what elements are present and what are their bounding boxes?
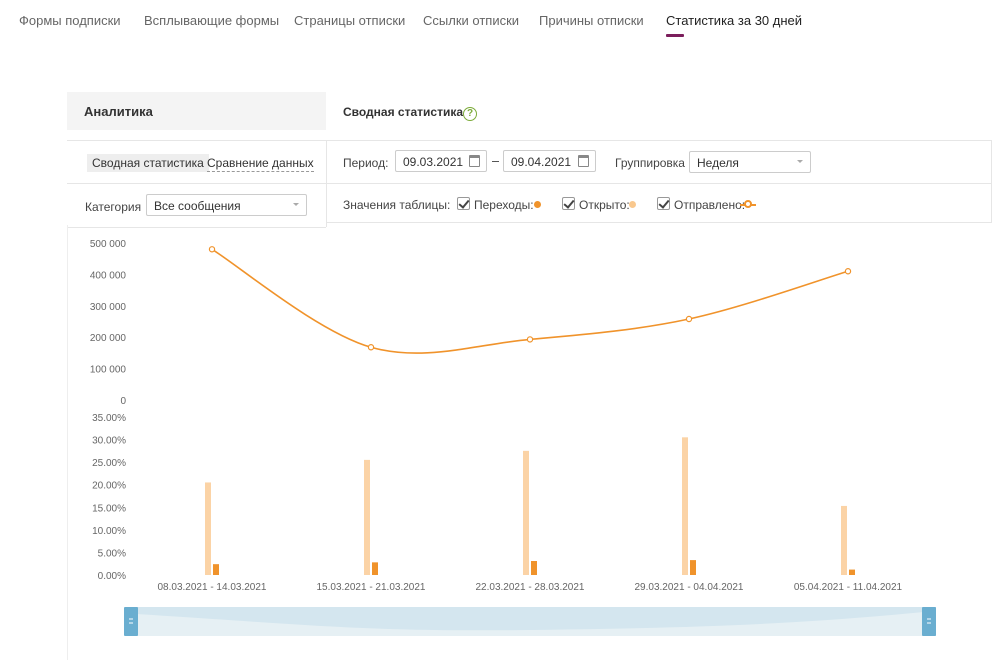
bar-y-tick-label: 20.00% [92,481,126,492]
stats-chart: 500 000 400 000 300 000 200 000 100 000 0 35.0… [90,239,936,636]
line-y-tick-label: 500 000 [90,239,127,250]
bar-y-tick-label: 25.00% [92,458,126,469]
bar-y-tick-label: 0.00% [98,571,126,582]
clicks-bar [690,560,696,575]
clicks-bar [531,561,537,575]
bar-y-tick-label: 35.00% [92,413,126,424]
x-category-label: 22.03.2021 - 28.03.2021 [476,582,585,593]
opened-bar [841,505,847,575]
clicks-bar [849,569,855,575]
x-category-label: 15.03.2021 - 21.03.2021 [317,582,426,593]
clicks-bar [213,564,219,575]
sent-point [526,336,534,343]
bar-y-tick-label: 30.00% [92,436,126,447]
bar-y-tick-label: 15.00% [92,503,126,514]
line-y-tick-label: 300 000 [90,302,127,313]
opened-bar [205,482,211,575]
line-y-tick-label: 100 000 [90,365,127,376]
sent-point [367,344,375,351]
sent-point [208,246,216,253]
x-category-label: 05.04.2021 - 11.04.2021 [794,582,903,593]
opened-bar [682,437,688,575]
opened-bar [523,450,529,575]
opened-bar [364,459,370,575]
range-handle-left[interactable] [124,607,138,636]
bar-y-tick-label: 5.00% [98,548,126,559]
bar-y-tick-label: 10.00% [92,526,126,537]
line-y-tick-label: 400 000 [90,270,127,281]
x-category-label: 29.03.2021 - 04.04.2021 [635,582,744,593]
sent-point [685,315,693,323]
clicks-bar [372,562,378,575]
line-y-tick-label: 200 000 [90,333,127,344]
line-y-tick-label: 0 [120,396,126,407]
range-handle-right[interactable] [922,607,936,636]
sent-point [844,268,852,275]
x-category-label: 08.03.2021 - 14.03.2021 [158,582,267,593]
